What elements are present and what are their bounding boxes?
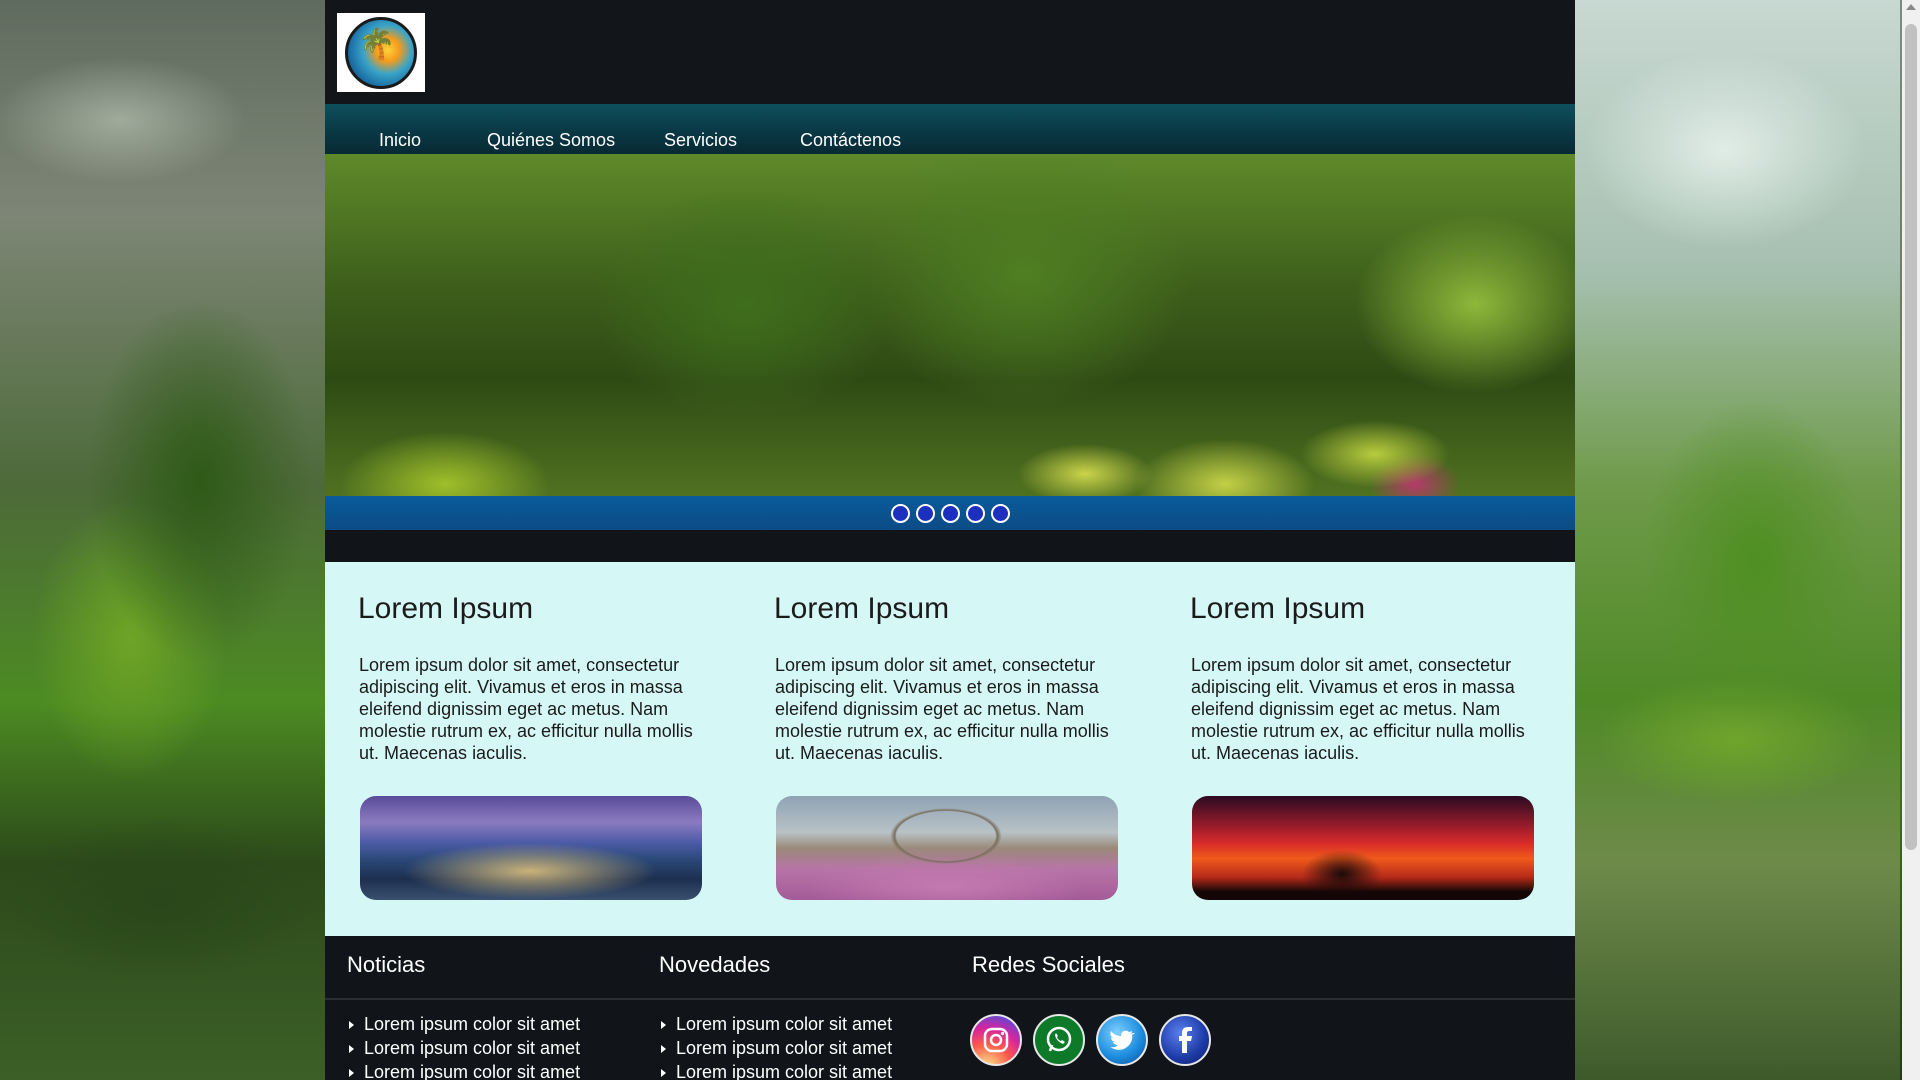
- scroll-up-arrow-icon[interactable]: [1906, 4, 1916, 10]
- list-item[interactable]: Lorem ipsum color sit amet: [661, 1036, 892, 1060]
- footer-divider: [325, 998, 1575, 1000]
- features-section: Lorem Ipsum Lorem ipsum dolor sit amet, …: [325, 562, 1575, 936]
- feature-image-sunset-tree: [1192, 796, 1534, 900]
- bullet-arrow-icon: [661, 1045, 666, 1053]
- palm-island-logo-icon: 🌴: [345, 16, 417, 89]
- list-item[interactable]: Lorem ipsum color sit amet: [661, 1060, 892, 1080]
- twitter-icon[interactable]: [1096, 1014, 1148, 1066]
- feature-title: Lorem Ipsum: [774, 592, 950, 625]
- slider-pagination: [325, 496, 1575, 530]
- list-item[interactable]: Lorem ipsum color sit amet: [661, 1012, 892, 1036]
- slider-dot-5[interactable]: [990, 503, 1010, 523]
- instagram-icon[interactable]: [970, 1014, 1022, 1066]
- feature-image-london-eye: [776, 796, 1118, 900]
- vertical-scrollbar[interactable]: [1902, 0, 1920, 1080]
- bullet-arrow-icon: [661, 1069, 666, 1077]
- nav-item-inicio[interactable]: Inicio: [379, 130, 421, 151]
- main-nav: Inicio Quiénes Somos Servicios Contácten…: [325, 104, 1575, 154]
- bullet-arrow-icon: [349, 1069, 354, 1077]
- slider-dot-1[interactable]: [890, 503, 910, 523]
- list-item[interactable]: Lorem ipsum color sit amet: [349, 1012, 580, 1036]
- background-left-scenery: [0, 0, 325, 1080]
- feature-title: Lorem Ipsum: [358, 592, 534, 625]
- site-header: 🌴: [325, 0, 1575, 104]
- hero-slider: [325, 154, 1575, 530]
- social-links: [970, 1014, 1211, 1066]
- facebook-icon[interactable]: [1159, 1014, 1211, 1066]
- novedades-list: Lorem ipsum color sit amet Lorem ipsum c…: [661, 1012, 892, 1080]
- list-item[interactable]: Lorem ipsum color sit amet: [349, 1036, 580, 1060]
- nav-item-contactenos[interactable]: Contáctenos: [800, 130, 901, 151]
- noticias-list: Lorem ipsum color sit amet Lorem ipsum c…: [349, 1012, 580, 1080]
- slider-dot-2[interactable]: [915, 503, 935, 523]
- list-item[interactable]: Lorem ipsum color sit amet: [349, 1060, 580, 1080]
- slider-dot-3[interactable]: [940, 503, 960, 523]
- whatsapp-icon[interactable]: [1033, 1014, 1085, 1066]
- bullet-arrow-icon: [349, 1021, 354, 1029]
- feature-text: Lorem ipsum dolor sit amet, consectetur …: [775, 655, 1109, 763]
- hero-garden-image: [325, 154, 1575, 530]
- background-right-scenery: [1575, 0, 1900, 1080]
- footer-heading-redes: Redes Sociales: [972, 952, 1125, 977]
- slider-dot-4[interactable]: [965, 503, 985, 523]
- footer-heading-novedades: Novedades: [659, 952, 771, 977]
- feature-text: Lorem ipsum dolor sit amet, consectetur …: [359, 655, 693, 763]
- nav-item-quienes-somos[interactable]: Quiénes Somos: [487, 130, 615, 151]
- bullet-arrow-icon: [661, 1021, 666, 1029]
- site-footer: Noticias Lorem ipsum color sit amet Lore…: [325, 936, 1575, 1080]
- bullet-arrow-icon: [349, 1045, 354, 1053]
- footer-heading-noticias: Noticias: [347, 952, 426, 977]
- feature-title: Lorem Ipsum: [1190, 592, 1366, 625]
- scroll-thumb[interactable]: [1905, 24, 1917, 850]
- feature-text: Lorem ipsum dolor sit amet, consectetur …: [1191, 655, 1525, 763]
- site-logo[interactable]: 🌴: [337, 13, 425, 92]
- feature-image-city-night: [360, 796, 702, 900]
- nav-item-servicios[interactable]: Servicios: [664, 130, 737, 151]
- page-container: 🌴 Inicio Quiénes Somos Servicios Contáct…: [325, 0, 1575, 1080]
